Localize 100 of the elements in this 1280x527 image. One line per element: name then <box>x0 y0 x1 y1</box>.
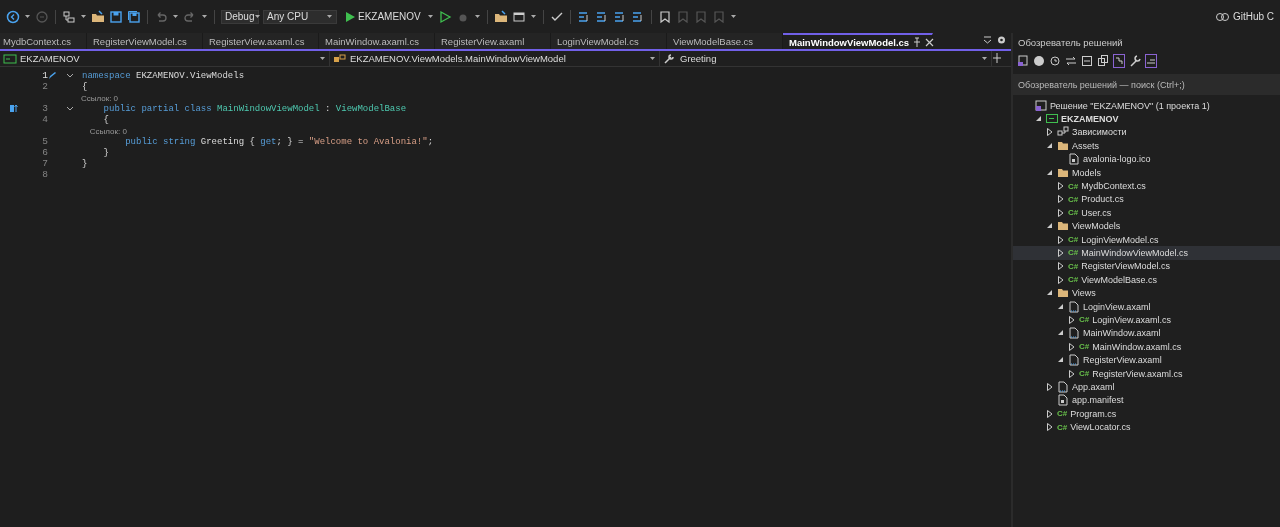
pencil-icon <box>48 71 56 80</box>
indent-icon[interactable] <box>612 9 627 24</box>
tree-item[interactable]: EKZAMENOV <box>1061 114 1119 125</box>
tree-item[interactable]: MainWindowViewModel.cs <box>1081 248 1189 258</box>
collapsed-icon[interactable] <box>1057 208 1064 217</box>
expanded-icon[interactable] <box>1057 303 1064 310</box>
collapsed-icon[interactable] <box>1057 262 1064 271</box>
caret-icon[interactable] <box>24 13 31 20</box>
document-tab[interactable]: MainWindow.axaml.cs <box>319 33 435 49</box>
uncomment-icon[interactable] <box>594 9 609 24</box>
start-button[interactable]: EKZAMENOV <box>341 9 423 24</box>
document-tab[interactable]: RegisterView.axaml.cs <box>203 33 319 49</box>
tree-item[interactable]: avalonia-logo.ico <box>1083 154 1151 165</box>
copilot-button[interactable]: GitHub C <box>1214 9 1274 24</box>
tree-item[interactable]: ViewModelBase.cs <box>1081 274 1158 285</box>
member-dropdown[interactable]: Greeting <box>660 51 992 66</box>
tree-item[interactable]: MydbContext.cs <box>1081 181 1146 192</box>
expanded-icon[interactable] <box>1057 330 1064 337</box>
window-icon[interactable] <box>511 9 526 24</box>
tree-item[interactable]: MainWindow.axaml.cs <box>1092 341 1182 352</box>
tree-item[interactable]: Product.cs <box>1081 194 1124 205</box>
reference-count[interactable]: Ссылок: 0 <box>72 125 127 136</box>
tree-item[interactable]: App.axaml <box>1072 381 1115 392</box>
tree-item[interactable]: app.manifest <box>1072 395 1124 406</box>
collapsed-icon[interactable] <box>1057 195 1064 204</box>
collapse-icon[interactable] <box>66 105 74 112</box>
code-line: { <box>82 81 88 92</box>
tree-item[interactable]: User.cs <box>1081 207 1112 218</box>
tree-item[interactable]: Решение "EKZAMENOV" (1 проекта 1) <box>1050 100 1210 111</box>
collapsed-icon[interactable] <box>1068 315 1075 324</box>
expanded-icon[interactable] <box>1046 169 1053 176</box>
collapsed-icon[interactable] <box>1046 382 1053 391</box>
dropdown-icon[interactable] <box>983 33 992 47</box>
document-tab[interactable]: MainWindowViewModel.cs <box>783 33 933 49</box>
wrench-icon[interactable] <box>1129 54 1141 68</box>
outdent-icon[interactable] <box>630 9 645 24</box>
document-tab[interactable]: ViewModelBase.cs <box>667 33 783 49</box>
comment-icon[interactable] <box>576 9 591 24</box>
collapsed-icon[interactable] <box>1057 235 1064 244</box>
expanded-icon[interactable] <box>1046 223 1053 230</box>
tree-item[interactable]: ViewModels <box>1072 221 1121 232</box>
configuration-dropdown[interactable]: Debug <box>221 9 259 24</box>
document-tab[interactable]: LoginViewModel.cs <box>551 33 667 49</box>
tree-item[interactable]: Program.cs <box>1070 408 1117 419</box>
collapsed-icon[interactable] <box>1068 369 1075 378</box>
preview-icon[interactable] <box>1145 54 1157 68</box>
bookmark-icon[interactable] <box>657 9 672 24</box>
document-tab[interactable]: MydbContext.cs <box>0 33 87 49</box>
line-number: 4 <box>41 114 48 125</box>
caret-icon[interactable] <box>80 13 87 20</box>
tree-item[interactable]: Assets <box>1072 140 1099 151</box>
collapsed-icon[interactable] <box>1057 249 1064 257</box>
document-tab[interactable]: RegisterView.axaml <box>435 33 551 49</box>
caret-icon[interactable] <box>729 13 737 20</box>
collapsed-icon[interactable] <box>1068 342 1075 351</box>
expanded-icon[interactable] <box>1035 116 1042 123</box>
tree-item[interactable]: RegisterView.axaml <box>1083 355 1162 366</box>
folder-icon[interactable] <box>493 9 508 24</box>
caret-icon[interactable] <box>426 13 434 20</box>
solution-tree-icon[interactable] <box>62 9 76 24</box>
caret-icon[interactable] <box>201 13 208 20</box>
history-icon[interactable] <box>1049 54 1061 68</box>
tree-item[interactable]: RegisterViewModel.cs <box>1081 261 1171 272</box>
project-dropdown[interactable]: EKZAMENOV <box>0 51 330 66</box>
tree-item[interactable]: LoginView.axaml <box>1083 301 1151 312</box>
collapse-icon[interactable] <box>66 72 74 79</box>
collapsed-icon[interactable] <box>1046 409 1053 418</box>
collapsed-icon[interactable] <box>1046 423 1053 432</box>
tree-item[interactable]: LoginViewModel.cs <box>1081 234 1159 245</box>
platform-dropdown[interactable]: Any CPU <box>263 9 337 24</box>
collapsed-icon[interactable] <box>1057 275 1064 284</box>
csharp-label: C# <box>1068 248 1079 258</box>
reference-count[interactable]: Ссылок: 0 <box>72 92 119 103</box>
collapsed-icon[interactable] <box>1046 128 1053 137</box>
collapse-all-icon[interactable] <box>1081 54 1093 68</box>
expanded-icon[interactable] <box>1057 357 1064 364</box>
open-folder-icon[interactable] <box>91 9 105 24</box>
tree-item[interactable]: Зависимости <box>1072 127 1127 138</box>
play-outline-icon[interactable] <box>437 9 452 24</box>
collapsed-icon[interactable] <box>1057 182 1064 191</box>
tree-item[interactable]: Views <box>1072 288 1096 299</box>
back-icon[interactable] <box>6 9 20 24</box>
tree-item[interactable]: LoginView.axaml.cs <box>1092 314 1172 325</box>
caret-icon[interactable] <box>529 13 537 20</box>
split-icon[interactable] <box>992 51 1002 65</box>
type-dropdown[interactable]: EKZAMENOV.ViewModels.MainWindowViewModel <box>330 51 660 66</box>
tree-item[interactable]: MainWindow.axaml <box>1083 328 1161 339</box>
caret-icon[interactable] <box>172 13 179 20</box>
sync-icon[interactable] <box>1065 54 1077 68</box>
tree-item[interactable]: RegisterView.axaml.cs <box>1092 368 1183 379</box>
search-field[interactable]: Обозреватель решений — поиск (Ctrl+;) <box>1013 74 1280 95</box>
expanded-icon[interactable] <box>1046 142 1053 149</box>
tree-item[interactable]: ViewLocator.cs <box>1070 422 1131 433</box>
tree-item[interactable]: Models <box>1072 167 1101 178</box>
expanded-icon[interactable] <box>1046 290 1053 297</box>
caret-icon[interactable] <box>473 13 481 20</box>
save-icon[interactable] <box>109 9 123 24</box>
copy-icon[interactable] <box>1097 54 1109 68</box>
save-all-icon[interactable] <box>127 9 141 24</box>
document-tab[interactable]: RegisterViewModel.cs <box>87 33 203 49</box>
